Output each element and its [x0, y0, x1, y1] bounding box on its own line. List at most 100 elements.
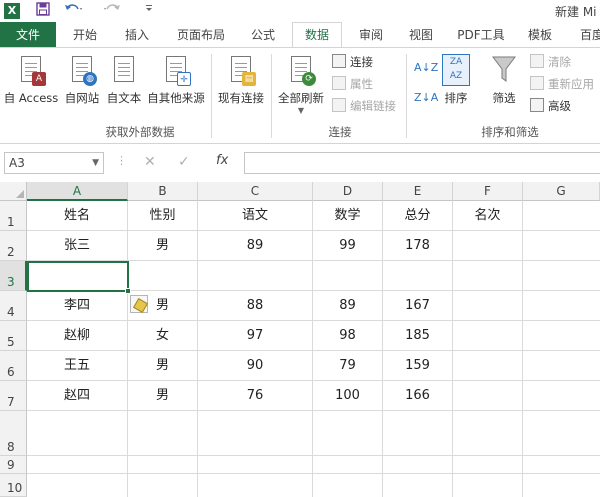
tab-templates[interactable]: 模板 [518, 22, 562, 48]
cell-c6[interactable]: 90 [198, 351, 312, 381]
cell-a6[interactable]: 王五 [27, 351, 127, 381]
reapply-icon [530, 76, 544, 90]
customize-icon[interactable] [144, 2, 154, 20]
cell-d1[interactable]: 数学 [313, 201, 382, 231]
cell-a1[interactable]: 姓名 [27, 201, 127, 231]
cell-c1[interactable]: 语文 [198, 201, 312, 231]
tab-baidu[interactable]: 百度 [572, 22, 600, 48]
edit-links-button[interactable]: 编辑链接 [332, 96, 396, 116]
cancel-icon[interactable]: ✕ [144, 154, 156, 170]
column-header-g[interactable]: G [523, 182, 600, 201]
tab-review[interactable]: 审阅 [348, 22, 394, 48]
cell-d6[interactable]: 79 [313, 351, 382, 381]
sort-z-a-button[interactable]: Z↓A [414, 88, 438, 108]
existing-connections-button[interactable]: ▤ 现有连接 [215, 54, 267, 106]
cell-e6[interactable]: 159 [383, 351, 452, 381]
column-header-d[interactable]: D [313, 182, 383, 201]
sort-descending-icon: Z↓A [414, 91, 439, 104]
cell-a4[interactable]: 李四 [27, 291, 127, 321]
tab-file[interactable]: 文件 [0, 22, 56, 48]
row-header-5[interactable]: 5 [0, 321, 27, 351]
formula-bar-grip-icon[interactable]: ⋮ [116, 154, 127, 167]
tab-page-layout[interactable]: 页面布局 [168, 22, 234, 48]
column-header-a[interactable]: A [27, 182, 128, 201]
cell-e5[interactable]: 185 [383, 321, 452, 351]
reapply-button[interactable]: 重新应用 [530, 74, 594, 94]
paste-options-icon[interactable] [130, 295, 148, 313]
column-header-f[interactable]: F [453, 182, 523, 201]
row-header-7[interactable]: 7 [0, 381, 27, 411]
group-separator [211, 54, 212, 138]
refresh-all-button[interactable]: ⟳ 全部刷新 ▼ [274, 54, 328, 115]
filter-button[interactable]: 筛选 [486, 54, 522, 106]
from-other-sources-button[interactable]: ✛ 自其他来源 [146, 54, 206, 106]
cell-b6[interactable]: 男 [128, 351, 197, 381]
row-header-6[interactable]: 6 [0, 351, 27, 381]
select-all-button[interactable] [0, 182, 27, 201]
cell-d7[interactable]: 100 [313, 381, 382, 411]
cell-b1[interactable]: 性别 [128, 201, 197, 231]
undo-icon[interactable] [62, 2, 84, 20]
cell-b7[interactable]: 男 [128, 381, 197, 411]
cell-e2[interactable]: 178 [383, 231, 452, 261]
cell-c7[interactable]: 76 [198, 381, 312, 411]
cell-d2[interactable]: 99 [313, 231, 382, 261]
sort-a-z-button[interactable]: A↓Z [414, 58, 438, 78]
cell-b2[interactable]: 男 [128, 231, 197, 261]
group-separator [406, 54, 407, 138]
name-box[interactable]: A3 ▼ [4, 152, 104, 174]
cell-c2[interactable]: 89 [198, 231, 312, 261]
tab-insert[interactable]: 插入 [114, 22, 160, 48]
fill-handle[interactable] [125, 288, 131, 294]
cell-a5[interactable]: 赵柳 [27, 321, 127, 351]
column-header-b[interactable]: B [128, 182, 198, 201]
tab-home[interactable]: 开始 [62, 22, 108, 48]
cell-e4[interactable]: 167 [383, 291, 452, 321]
advanced-filter-button[interactable]: 高级 [530, 96, 571, 116]
cell-c5[interactable]: 97 [198, 321, 312, 351]
from-web-button[interactable]: ◍ 自网站 [62, 54, 102, 106]
network-icon: ✛ [177, 72, 191, 86]
tab-formulas[interactable]: 公式 [240, 22, 286, 48]
from-text-button[interactable]: 自文本 [104, 54, 144, 106]
tab-view[interactable]: 视图 [400, 22, 442, 48]
cell-a7[interactable]: 赵四 [27, 381, 127, 411]
sort-button[interactable]: ZA AZ 排序 [440, 54, 472, 106]
funnel-icon [491, 54, 517, 86]
tab-data[interactable]: 数据 [292, 22, 342, 48]
row-header-1[interactable]: 1 [0, 201, 27, 231]
edit-links-icon [332, 98, 346, 112]
connections-button[interactable]: 连接 [332, 52, 373, 72]
excel-app-icon[interactable]: X [4, 3, 20, 19]
row-header-3[interactable]: 3 [0, 261, 27, 291]
cell-c4[interactable]: 88 [198, 291, 312, 321]
cell-e1[interactable]: 总分 [383, 201, 452, 231]
cell-f1[interactable]: 名次 [453, 201, 522, 231]
tab-pdf-tools[interactable]: PDF工具 [450, 22, 512, 48]
save-icon[interactable] [34, 2, 52, 20]
formula-bar: A3 ▼ ⋮ ✕ ✓ fx [0, 144, 600, 182]
active-cell-a3[interactable] [27, 261, 129, 292]
access-icon: A [32, 72, 46, 86]
properties-button[interactable]: 属性 [332, 74, 373, 94]
row-header-10[interactable]: 10 [0, 474, 27, 497]
cell-d4[interactable]: 89 [313, 291, 382, 321]
from-access-button[interactable]: A 自 Access [2, 54, 60, 106]
clear-filter-button[interactable]: 清除 [530, 52, 571, 72]
cell-b5[interactable]: 女 [128, 321, 197, 351]
row-header-2[interactable]: 2 [0, 231, 27, 261]
row-header-4[interactable]: 4 [0, 291, 27, 321]
insert-function-button[interactable]: fx [216, 153, 228, 168]
formula-input[interactable] [244, 152, 600, 174]
enter-icon[interactable]: ✓ [178, 154, 190, 170]
cell-e7[interactable]: 166 [383, 381, 452, 411]
column-header-e[interactable]: E [383, 182, 453, 201]
redo-icon[interactable] [102, 2, 124, 20]
chevron-down-icon[interactable]: ▼ [92, 153, 99, 173]
cell-d5[interactable]: 98 [313, 321, 382, 351]
cell-a2[interactable]: 张三 [27, 231, 127, 261]
row-header-9[interactable]: 9 [0, 456, 27, 474]
column-header-c[interactable]: C [198, 182, 313, 201]
row-header-8[interactable]: 8 [0, 411, 27, 456]
group-label-connections: 连接 [328, 125, 352, 139]
